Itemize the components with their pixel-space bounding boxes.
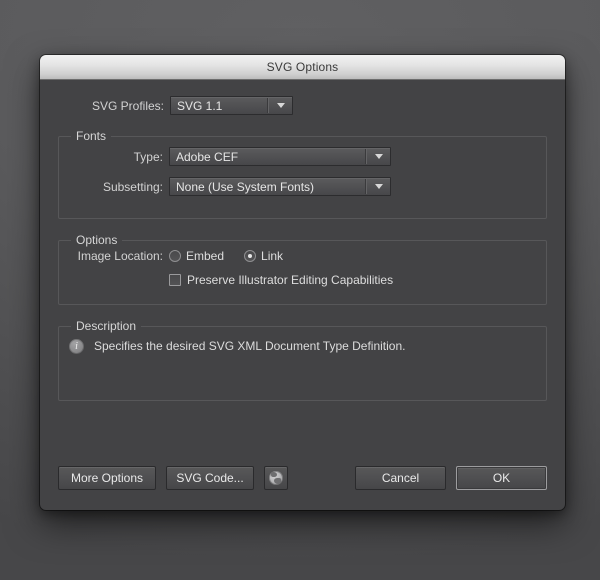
more-options-button[interactable]: More Options bbox=[58, 466, 156, 490]
dialog-body: SVG Profiles: SVG 1.1 Fonts Type: Adobe … bbox=[40, 80, 565, 510]
select-separator bbox=[267, 98, 269, 113]
svg-profiles-row: SVG Profiles: SVG 1.1 bbox=[58, 96, 547, 115]
radio-link-indicator bbox=[244, 250, 257, 262]
options-legend: Options bbox=[76, 233, 118, 247]
globe-icon bbox=[269, 471, 283, 485]
font-subsetting-row: Subsetting: None (Use System Fonts) bbox=[69, 177, 536, 196]
image-location-label: Image Location: bbox=[77, 249, 163, 263]
description-content: i Specifies the desired SVG XML Document… bbox=[69, 333, 536, 354]
font-type-select[interactable]: Adobe CEF bbox=[169, 147, 391, 166]
preserve-editing-row: Preserve Illustrator Editing Capabilitie… bbox=[69, 273, 536, 287]
svg-profiles-label: SVG Profiles: bbox=[91, 98, 164, 113]
font-subsetting-label: Subsetting: bbox=[102, 179, 163, 194]
font-subsetting-value: None (Use System Fonts) bbox=[176, 179, 315, 194]
chevron-down-icon bbox=[273, 103, 292, 108]
svg-code-button[interactable]: SVG Code... bbox=[166, 466, 254, 490]
font-subsetting-select[interactable]: None (Use System Fonts) bbox=[169, 177, 391, 196]
description-group: Description i Specifies the desired SVG … bbox=[58, 319, 547, 401]
options-group: Options Image Location: Embed Link Prese… bbox=[58, 233, 547, 305]
font-type-label: Type: bbox=[133, 149, 163, 164]
svg-options-dialog: SVG Options SVG Profiles: SVG 1.1 Fonts … bbox=[40, 55, 565, 510]
svg-profiles-select[interactable]: SVG 1.1 bbox=[170, 96, 293, 115]
radio-embed[interactable]: Embed bbox=[169, 249, 224, 263]
dialog-button-bar: More Options SVG Code... Cancel OK bbox=[58, 466, 547, 490]
cancel-button[interactable]: Cancel bbox=[355, 466, 446, 490]
fonts-legend: Fonts bbox=[76, 129, 107, 143]
dialog-titlebar[interactable]: SVG Options bbox=[40, 55, 565, 80]
chevron-down-icon bbox=[371, 184, 390, 189]
svg-profiles-value: SVG 1.1 bbox=[177, 98, 223, 113]
checkbox-preserve-illustrator-editing[interactable]: Preserve Illustrator Editing Capabilitie… bbox=[169, 273, 393, 287]
image-location-row: Image Location: Embed Link bbox=[69, 249, 536, 263]
font-type-row: Type: Adobe CEF bbox=[69, 147, 536, 166]
fonts-group: Fonts Type: Adobe CEF Subsetting: None (… bbox=[58, 129, 547, 219]
dialog-title: SVG Options bbox=[266, 60, 339, 74]
radio-embed-indicator bbox=[169, 250, 181, 262]
radio-link[interactable]: Link bbox=[244, 249, 283, 263]
globe-button[interactable] bbox=[264, 466, 288, 490]
select-separator bbox=[365, 149, 367, 164]
checkbox-preserve-label: Preserve Illustrator Editing Capabilitie… bbox=[187, 273, 394, 287]
description-legend: Description bbox=[76, 319, 137, 333]
chevron-down-icon bbox=[371, 154, 390, 159]
info-icon: i bbox=[69, 339, 84, 354]
select-separator bbox=[365, 179, 367, 194]
ok-button[interactable]: OK bbox=[456, 466, 547, 490]
description-text: Specifies the desired SVG XML Document T… bbox=[94, 339, 406, 353]
checkbox-indicator bbox=[169, 274, 181, 286]
radio-embed-label: Embed bbox=[186, 249, 225, 263]
font-type-value: Adobe CEF bbox=[176, 149, 239, 164]
radio-link-label: Link bbox=[261, 249, 284, 263]
desktop-backdrop: SVG Options SVG Profiles: SVG 1.1 Fonts … bbox=[0, 0, 600, 580]
